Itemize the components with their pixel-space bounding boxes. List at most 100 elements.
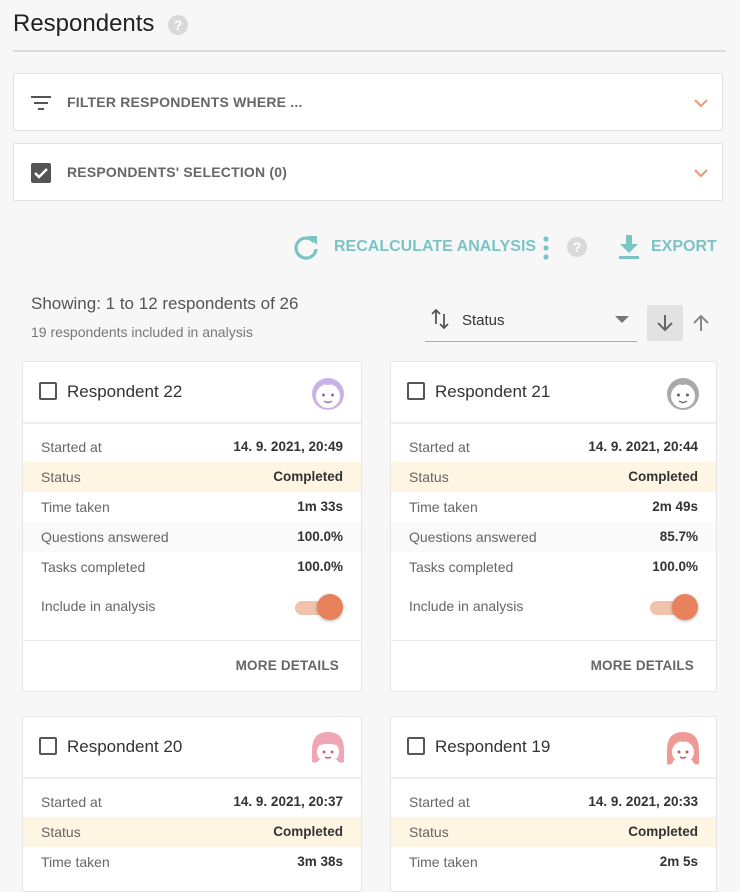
selection-panel-label: RESPONDENTS' SELECTION (0) xyxy=(67,164,288,180)
select-checkbox[interactable] xyxy=(39,382,57,400)
analysis-toolbar: RECALCULATE ANALYSIS ? EXPORT xyxy=(290,230,720,264)
field-label: Questions answered xyxy=(409,529,537,545)
filter-icon xyxy=(31,96,51,110)
card-header: Respondent 19 xyxy=(391,717,716,779)
started-value: 14. 9. 2021, 20:37 xyxy=(233,794,343,809)
refresh-icon[interactable] xyxy=(292,233,320,261)
status-value: Completed xyxy=(273,824,343,839)
sort-select[interactable]: Status xyxy=(425,302,637,342)
boy-avatar-icon xyxy=(667,378,699,410)
questions-value: 100.0% xyxy=(297,529,343,544)
page-title: Respondents xyxy=(13,10,155,37)
respondent-name: Respondent 21 xyxy=(435,382,551,401)
filter-panel-label: FILTER RESPONDENTS WHERE ... xyxy=(67,94,303,110)
respondent-name: Respondent 20 xyxy=(67,737,183,756)
tasks-value: 100.0% xyxy=(297,559,343,574)
field-label: Time taken xyxy=(409,499,478,515)
started-row: Started at 14. 9. 2021, 20:37 xyxy=(23,787,361,817)
chevron-down-icon[interactable] xyxy=(692,164,710,182)
select-checkbox[interactable] xyxy=(407,382,425,400)
time-value: 2m 49s xyxy=(652,499,698,514)
respondents-selection-panel[interactable]: RESPONDENTS' SELECTION (0) xyxy=(13,143,723,201)
download-icon[interactable] xyxy=(617,234,641,260)
recalculate-analysis-button[interactable]: RECALCULATE ANALYSIS xyxy=(334,238,536,256)
caret-down-icon xyxy=(615,316,629,323)
time-value: 2m 5s xyxy=(659,854,698,869)
respondent-name: Respondent 19 xyxy=(435,737,551,756)
status-row: Status Completed xyxy=(391,817,716,847)
time-row: Time taken 2m 49s xyxy=(391,492,716,522)
export-button[interactable]: EXPORT xyxy=(651,238,717,256)
card-footer: MORE DETAILS xyxy=(391,640,716,690)
more-options-icon[interactable] xyxy=(542,235,550,261)
include-row: Include in analysis xyxy=(23,582,361,640)
status-value: Completed xyxy=(273,469,343,484)
field-label: Questions answered xyxy=(41,529,169,545)
status-row: Status Completed xyxy=(391,462,716,492)
started-row: Started at 14. 9. 2021, 20:49 xyxy=(23,432,361,462)
started-value: 14. 9. 2021, 20:33 xyxy=(588,794,698,809)
field-label: Tasks completed xyxy=(409,559,514,575)
more-details-button[interactable]: MORE DETAILS xyxy=(591,658,694,673)
status-row: Status Completed xyxy=(23,462,361,492)
status-row: Status Completed xyxy=(23,817,361,847)
card-header: Respondent 22 xyxy=(23,362,361,424)
card-header: Respondent 20 xyxy=(23,717,361,779)
sort-select-value: Status xyxy=(462,312,505,329)
included-count: 19 respondents included in analysis xyxy=(31,324,253,340)
field-label: Started at xyxy=(41,439,102,455)
filter-respondents-panel[interactable]: FILTER RESPONDENTS WHERE ... xyxy=(13,73,723,131)
started-row: Started at 14. 9. 2021, 20:33 xyxy=(391,787,716,817)
chevron-down-icon[interactable] xyxy=(692,94,710,112)
arrow-up-icon xyxy=(693,314,709,331)
time-row: Time taken 1m 33s xyxy=(23,492,361,522)
started-row: Started at 14. 9. 2021, 20:44 xyxy=(391,432,716,462)
sort-icon xyxy=(431,308,449,330)
questions-value: 85.7% xyxy=(659,529,698,544)
field-label: Started at xyxy=(409,439,470,455)
card-footer: MORE DETAILS xyxy=(23,640,361,690)
field-label: Tasks completed xyxy=(41,559,146,575)
card-header: Respondent 21 xyxy=(391,362,716,424)
field-label: Status xyxy=(41,824,81,840)
arrow-down-icon xyxy=(657,315,673,332)
include-row: Include in analysis xyxy=(391,582,716,640)
include-toggle[interactable] xyxy=(650,594,698,620)
respondent-card: Respondent 20 Started at 14. 9. 2021, 20… xyxy=(22,716,362,892)
time-value: 3m 38s xyxy=(297,854,343,869)
girl-avatar-icon xyxy=(667,732,699,765)
respondent-name: Respondent 22 xyxy=(67,382,183,401)
questions-row: Questions answered 85.7% xyxy=(391,522,716,552)
questions-row: Questions answered 100.0% xyxy=(23,522,361,552)
select-checkbox[interactable] xyxy=(407,737,425,755)
field-label: Status xyxy=(409,469,449,485)
tasks-row: Tasks completed 100.0% xyxy=(391,552,716,582)
field-label: Status xyxy=(41,469,81,485)
sort-ascending-button[interactable] xyxy=(683,305,719,341)
help-icon[interactable]: ? xyxy=(567,237,587,257)
more-details-button[interactable]: MORE DETAILS xyxy=(236,658,339,673)
select-checkbox[interactable] xyxy=(39,737,57,755)
field-label: Started at xyxy=(41,794,102,810)
field-label: Include in analysis xyxy=(409,598,524,614)
tasks-row: Tasks completed 100.0% xyxy=(23,552,361,582)
page-header: Respondents ? xyxy=(13,0,726,52)
time-row: Time taken 3m 38s xyxy=(23,847,361,877)
include-toggle[interactable] xyxy=(295,594,343,620)
tasks-value: 100.0% xyxy=(652,559,698,574)
help-icon[interactable]: ? xyxy=(168,15,188,35)
started-value: 14. 9. 2021, 20:49 xyxy=(233,439,343,454)
field-label: Status xyxy=(409,824,449,840)
girl-avatar-icon xyxy=(312,732,344,763)
sort-descending-button[interactable] xyxy=(647,305,683,341)
field-label: Started at xyxy=(409,794,470,810)
status-value: Completed xyxy=(628,469,698,484)
time-row: Time taken 2m 5s xyxy=(391,847,716,877)
field-label: Time taken xyxy=(409,854,478,870)
field-label: Include in analysis xyxy=(41,598,156,614)
boy-avatar-icon xyxy=(312,378,344,410)
respondent-card: Respondent 21 Started at 14. 9. 2021, 20… xyxy=(390,361,717,692)
started-value: 14. 9. 2021, 20:44 xyxy=(588,439,698,454)
status-value: Completed xyxy=(628,824,698,839)
time-value: 1m 33s xyxy=(297,499,343,514)
